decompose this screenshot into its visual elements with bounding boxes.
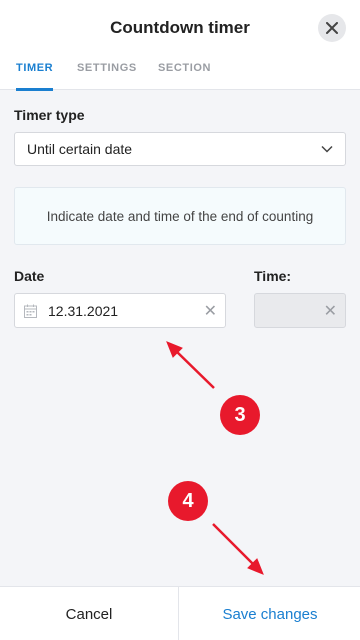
close-icon xyxy=(326,22,338,34)
date-field[interactable]: 12.31.2021 ✕ xyxy=(14,293,226,328)
step-badge-3: 3 xyxy=(220,395,260,435)
timer-type-label: Timer type xyxy=(14,107,85,123)
tab-bar: TIMER SETTINGS SECTION xyxy=(0,60,360,91)
clear-date-icon[interactable]: ✕ xyxy=(204,301,217,321)
step-badge-4: 4 xyxy=(168,481,208,521)
modal-footer: Cancel Save changes xyxy=(0,586,360,640)
close-button[interactable] xyxy=(318,14,346,42)
time-field[interactable]: ✕ xyxy=(254,293,346,328)
cancel-button[interactable]: Cancel xyxy=(0,587,179,640)
date-label: Date xyxy=(14,268,45,284)
calendar-icon xyxy=(24,304,37,318)
arrow-3 xyxy=(166,341,215,389)
chevron-down-icon xyxy=(321,145,333,153)
arrow-4 xyxy=(212,523,264,575)
save-changes-button[interactable]: Save changes xyxy=(180,587,360,640)
tab-settings[interactable]: SETTINGS xyxy=(77,62,137,90)
info-box: Indicate date and time of the end of cou… xyxy=(14,187,346,245)
clear-time-icon[interactable]: ✕ xyxy=(324,301,337,321)
timer-type-select[interactable]: Until certain date xyxy=(14,132,346,166)
date-value: 12.31.2021 xyxy=(48,303,119,319)
info-text: Indicate date and time of the end of cou… xyxy=(46,208,314,224)
tab-timer[interactable]: TIMER xyxy=(16,62,54,91)
modal-header: Countdown timer TIMER SETTINGS SECTION xyxy=(0,0,360,91)
timer-type-value: Until certain date xyxy=(27,141,133,157)
modal-title: Countdown timer xyxy=(110,18,250,37)
time-label: Time: xyxy=(254,268,292,284)
tab-section[interactable]: SECTION xyxy=(158,62,211,90)
